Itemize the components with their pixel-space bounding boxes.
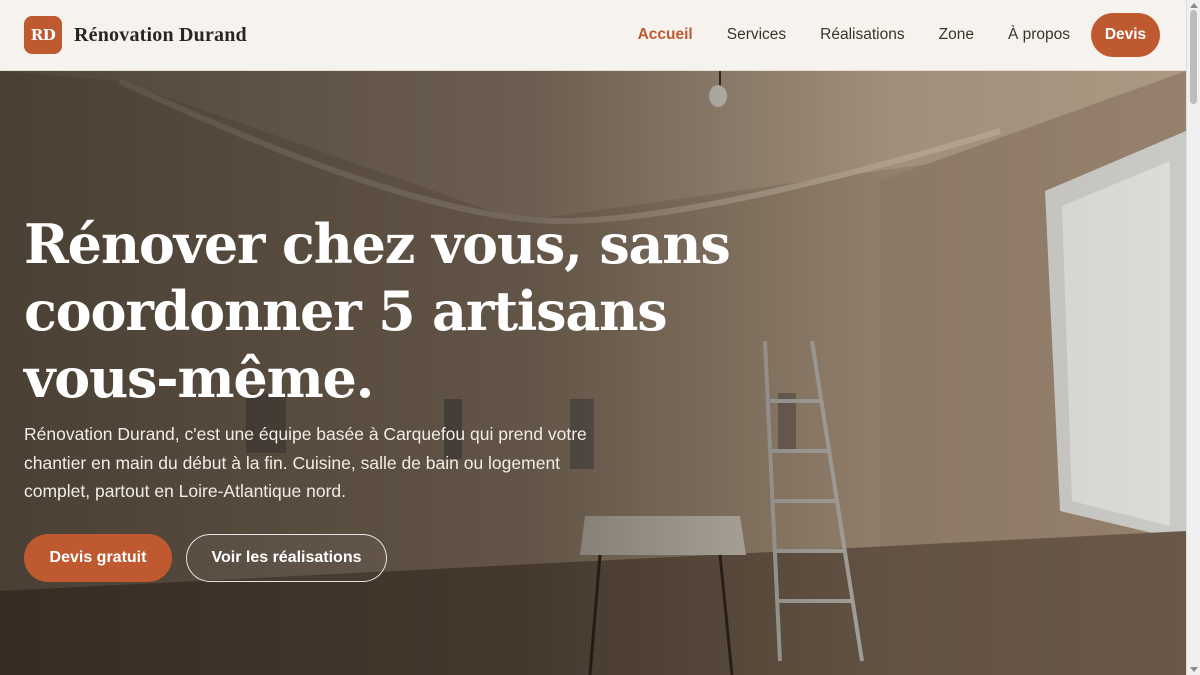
devis-gratuit-button[interactable]: Devis gratuit [24,533,172,582]
brand-name: Rénovation Durand [74,23,247,46]
main-menu: Accueil Services Réalisations Zone À pro… [604,13,1160,57]
hero-title: Rénover chez vous, sans coordonner 5 art… [24,212,731,410]
voir-realisations-button[interactable]: Voir les réalisations [186,533,387,582]
hero-cta-group: Devis gratuit Voir les réalisations [24,533,824,582]
scroll-up-arrow-icon[interactable] [1190,3,1198,8]
hero-content: Rénover chez vous, sans coordonner 5 art… [24,211,824,582]
nav-item-a-propos[interactable]: À propos [1008,13,1070,57]
top-navigation: RD Rénovation Durand Accueil Services Ré… [0,0,1186,71]
scroll-down-arrow-icon[interactable] [1190,667,1198,672]
nav-item-zone[interactable]: Zone [939,13,974,57]
nav-item-services[interactable]: Services [727,13,786,57]
scrollbar-thumb[interactable] [1190,10,1197,104]
brand-home-link[interactable]: RD Rénovation Durand [24,16,247,54]
brand-logo: RD [24,16,62,54]
page-scrollbar[interactable] [1186,0,1200,675]
devis-button[interactable]: Devis [1091,13,1160,57]
nav-item-realisations[interactable]: Réalisations [820,13,904,57]
nav-item-accueil[interactable]: Accueil [638,13,693,57]
hero-description: Rénovation Durand, c'est une équipe basé… [24,424,587,501]
hero-section: Rénover chez vous, sans coordonner 5 art… [0,71,1186,675]
